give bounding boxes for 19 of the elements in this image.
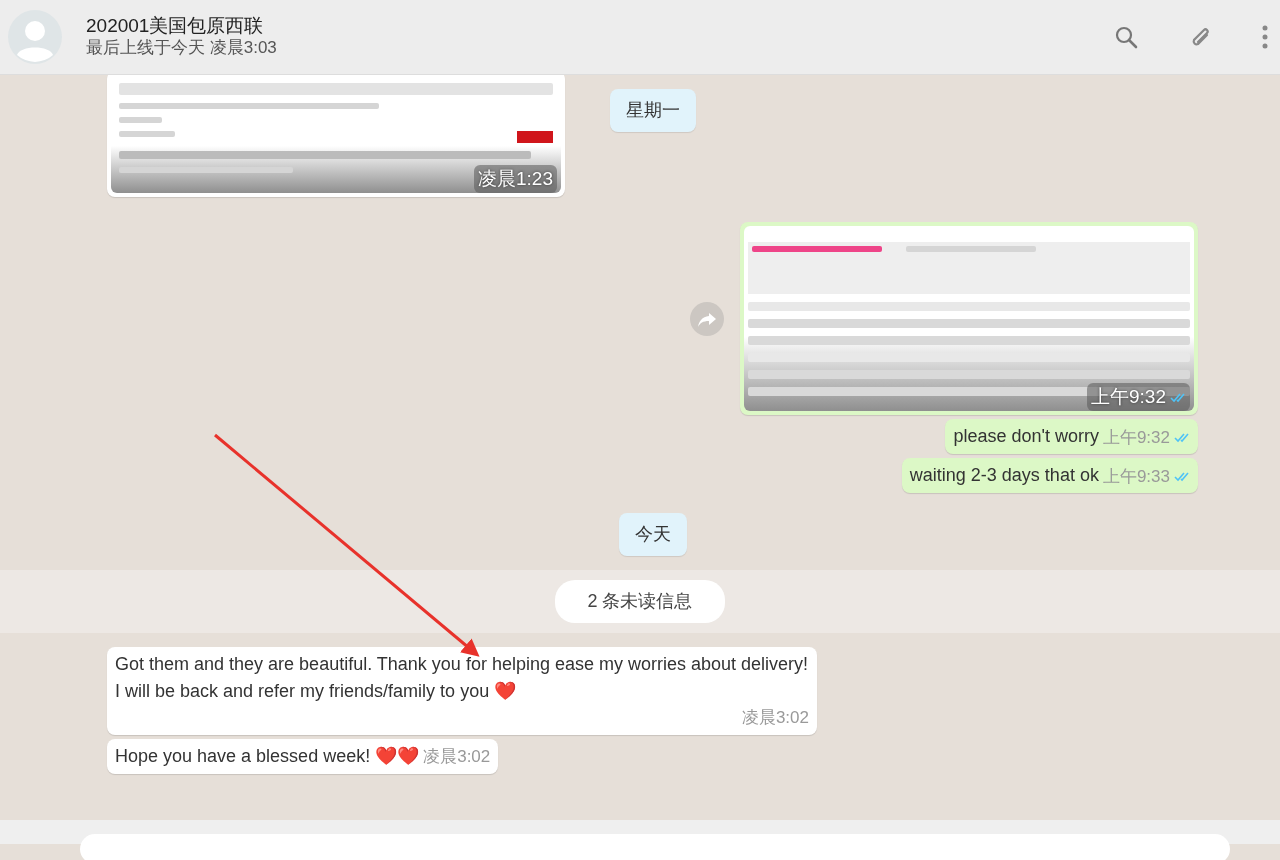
- date-label: 星期一: [609, 89, 696, 132]
- unread-messages-label: 2 条未读信息: [555, 580, 725, 623]
- chat-title: 202001美国包原西联: [86, 15, 265, 39]
- message-time: 凌晨3:02: [423, 746, 491, 768]
- message-time: 上午9:32: [1091, 384, 1166, 409]
- message-time: 上午9:32: [1102, 426, 1170, 449]
- message-time: 凌晨3:02: [741, 707, 809, 729]
- message-text: Hope you have a blessed week! ❤❤: [115, 744, 420, 768]
- message-time: 凌晨1:23: [478, 166, 553, 191]
- last-seen-status: 最后上线于今天 凌晨3:03: [86, 38, 278, 59]
- message-text: Got them and they are beautiful. Thank you for helping ease my worries about delivery! I will be back and refer my friends/family to you ❤: [115, 653, 809, 703]
- message-text: please don't worry: [953, 425, 1099, 448]
- forward-button[interactable]: [690, 301, 724, 336]
- message-text: waiting 2-3 days that ok: [909, 464, 1099, 487]
- menu-icon[interactable]: [1262, 24, 1268, 50]
- message-input-field[interactable]: [80, 834, 1230, 860]
- search-icon[interactable]: [1114, 25, 1138, 49]
- message-time: 上午9:33: [1102, 465, 1170, 488]
- date-label: 今天: [618, 513, 687, 556]
